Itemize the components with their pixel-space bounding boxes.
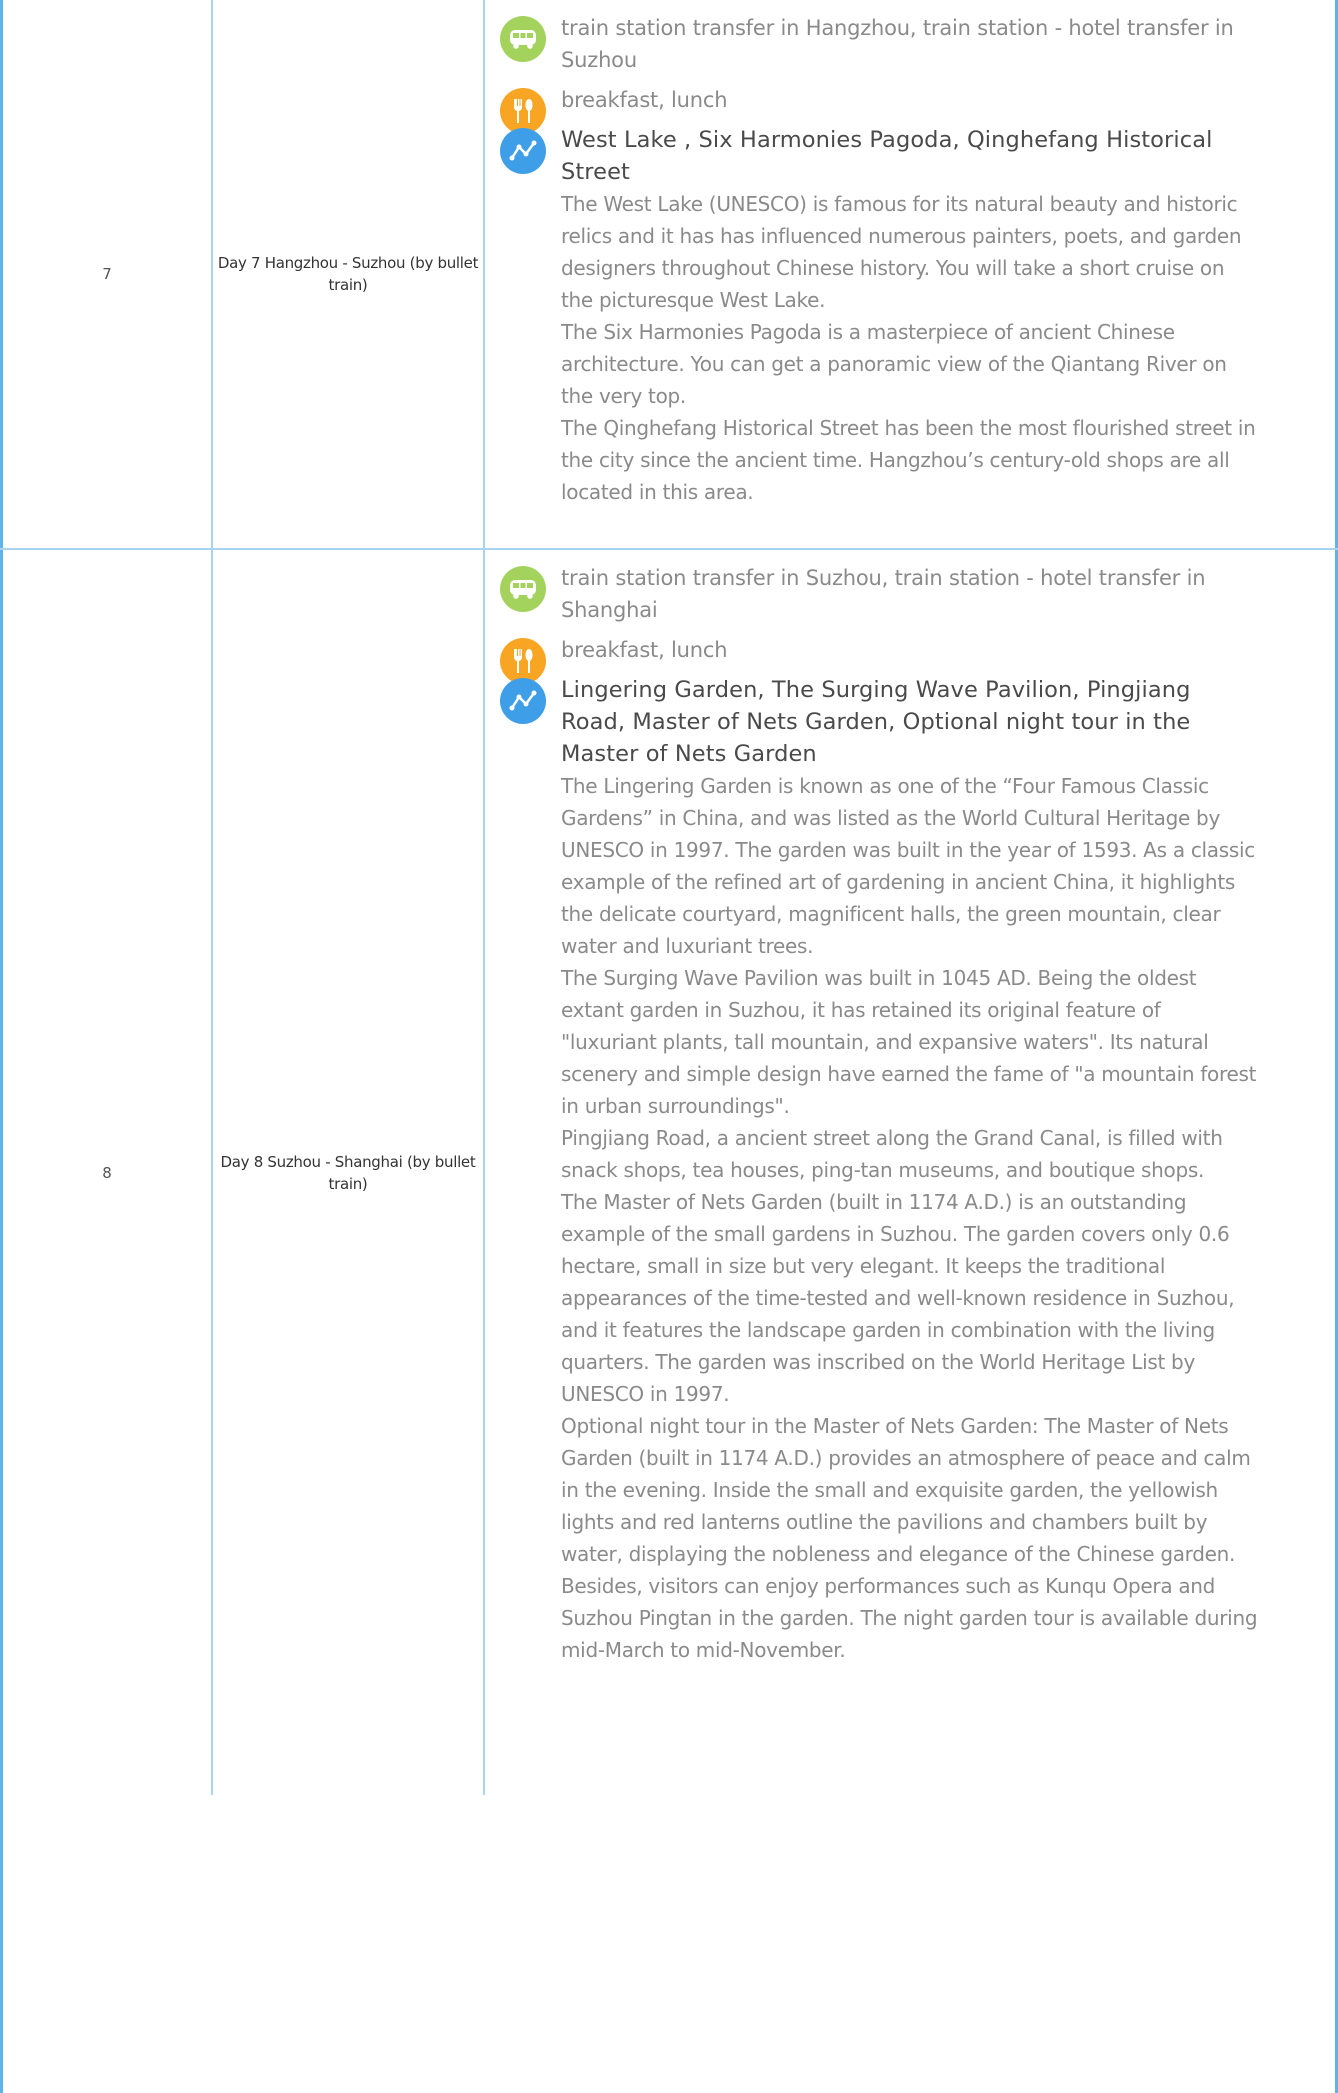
sight-description: The Surging Wave Pavilion was built in 1…: [561, 966, 1257, 1118]
sight-description: The Six Harmonies Pagoda is a masterpiec…: [561, 320, 1227, 408]
meals-text: breakfast, lunch: [561, 638, 728, 662]
day-route-cell: Day 7 Hangzhou - Suzhou (by bullet train…: [213, 0, 483, 548]
transfer-item: train station transfer in Suzhou, train …: [485, 562, 1260, 626]
day-route-label: Day 8 Suzhou - Shanghai (by bullet train…: [220, 1152, 476, 1193]
meals-text: breakfast, lunch: [561, 88, 728, 112]
itinerary-row-day-7: 7 Day 7 Hangzhou - Suzhou (by bullet tra…: [0, 0, 1338, 550]
day-number-cell: 8: [3, 550, 211, 1795]
sights-title: West Lake , Six Harmonies Pagoda, Qinghe…: [561, 127, 1213, 185]
bus-icon: [500, 16, 546, 62]
day-number-cell: 7: [3, 0, 211, 548]
day-route-label: Day 7 Hangzhou - Suzhou (by bullet train…: [217, 254, 479, 294]
itinerary-row-day-8: 8 Day 8 Suzhou - Shanghai (by bullet tra…: [0, 550, 1338, 1795]
day-details-cell: train station transfer in Suzhou, train …: [485, 562, 1260, 1674]
sight-description: Optional night tour in the Master of Net…: [561, 1414, 1258, 1662]
day-details-cell: train station transfer in Hangzhou, trai…: [485, 12, 1260, 516]
day-number: 8: [102, 1163, 112, 1182]
sight-description: Pingjiang Road, a ancient street along t…: [561, 1126, 1223, 1182]
day-route-cell: Day 8 Suzhou - Shanghai (by bullet train…: [213, 550, 483, 1795]
sight-description: The West Lake (UNESCO) is famous for its…: [561, 192, 1242, 312]
meals-item: breakfast, lunch: [485, 84, 1260, 134]
meals-item: breakfast, lunch: [485, 634, 1260, 684]
transfer-text: train station transfer in Suzhou, train …: [561, 566, 1206, 622]
day-number: 7: [102, 265, 112, 283]
sight-description: The Qinghefang Historical Street has bee…: [561, 416, 1256, 504]
route-icon: [500, 128, 546, 174]
sights-item: Lingering Garden, The Surging Wave Pavil…: [485, 674, 1260, 1666]
sights-title: Lingering Garden, The Surging Wave Pavil…: [561, 677, 1191, 767]
sight-description: The Master of Nets Garden (built in 1174…: [561, 1190, 1235, 1406]
bus-icon: [500, 566, 546, 612]
transfer-text: train station transfer in Hangzhou, trai…: [561, 16, 1234, 72]
route-icon: [500, 678, 546, 724]
sight-description: The Lingering Garden is known as one of …: [561, 774, 1255, 958]
transfer-item: train station transfer in Hangzhou, trai…: [485, 12, 1260, 76]
sights-item: West Lake , Six Harmonies Pagoda, Qinghe…: [485, 124, 1260, 508]
